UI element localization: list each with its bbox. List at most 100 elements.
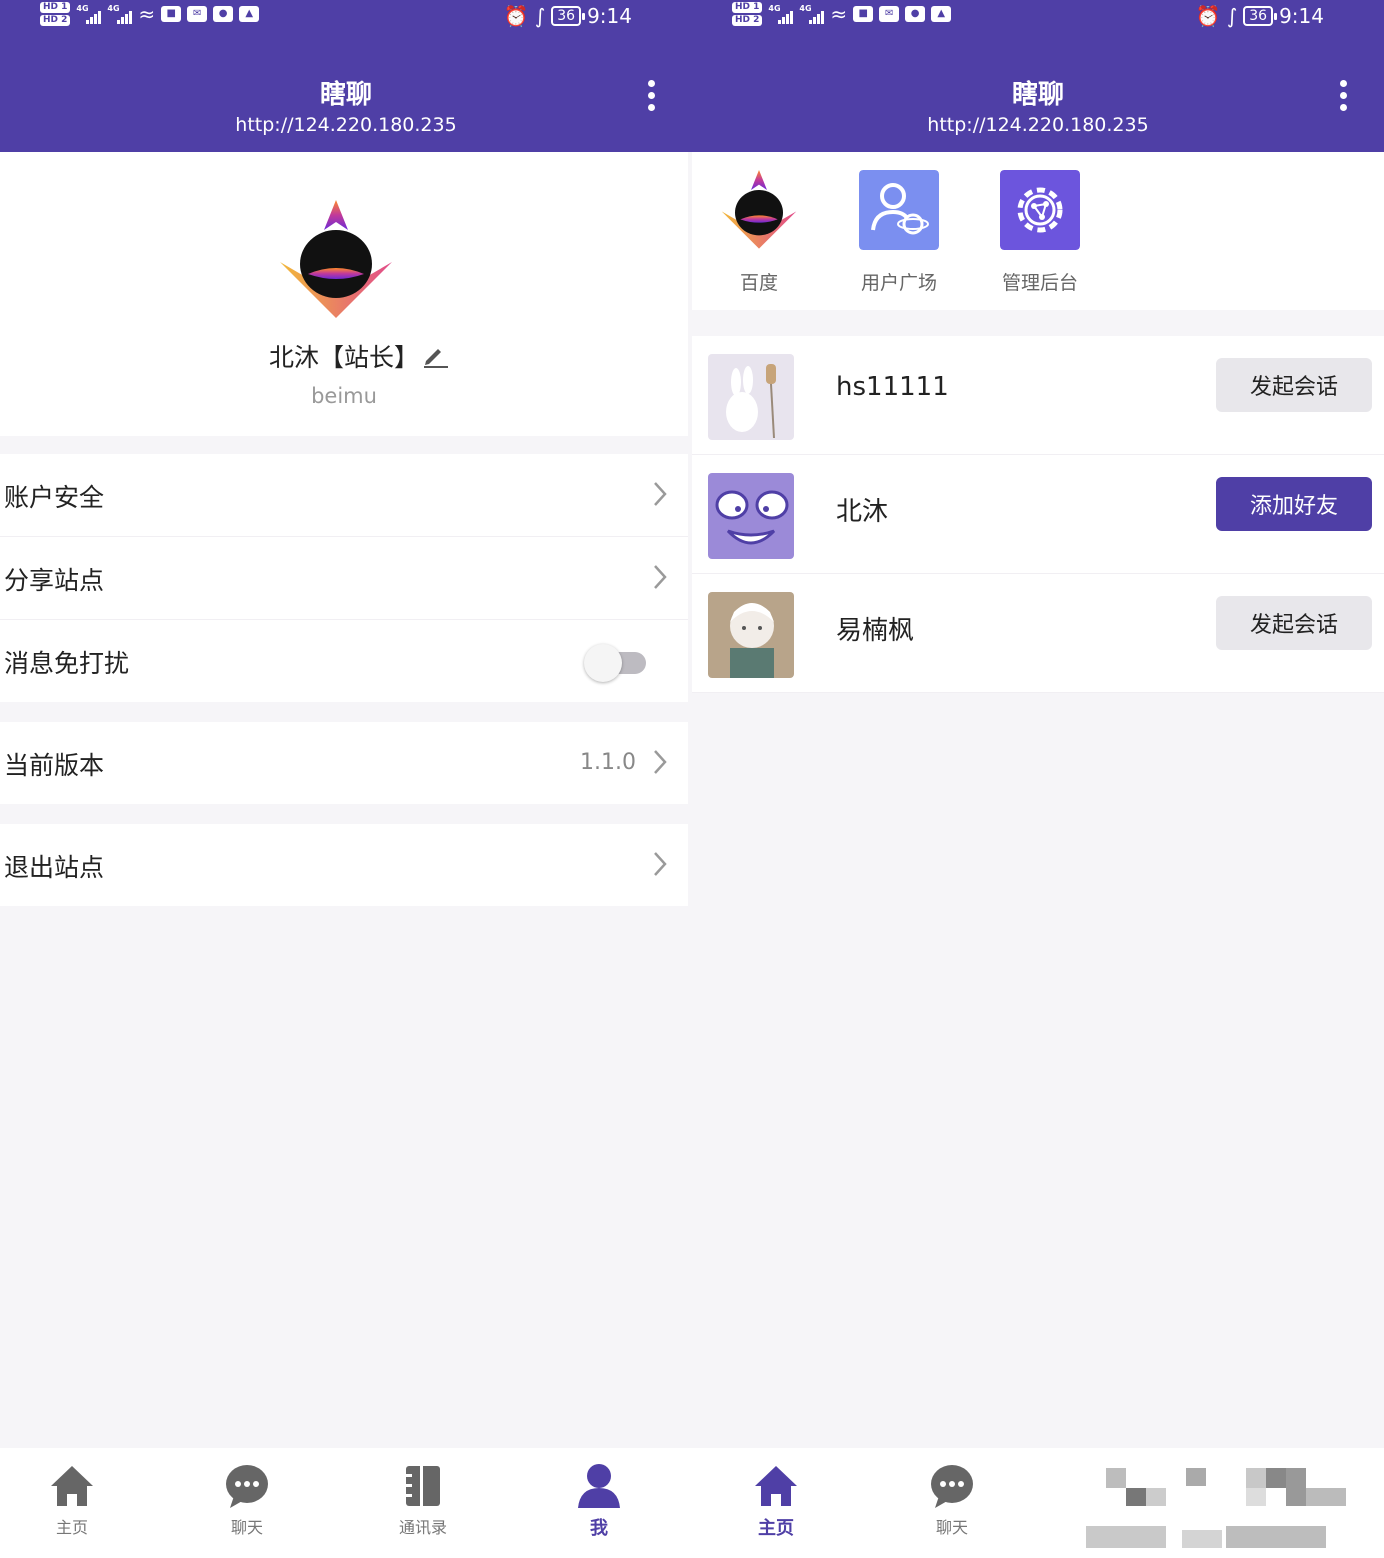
menu-item-current-version[interactable]: 当前版本 1.1.0 <box>0 722 688 804</box>
status-left-icons: HD 1 HD 2 4G 4G ≈ ■ ✉ ● ▲ <box>732 2 952 26</box>
avatar <box>708 592 794 678</box>
quick-link-label: 管理后台 <box>1001 272 1078 294</box>
phone-profile-screen: HD 1 HD 2 4G 4G ≈ ■ ✉ ● ▲ ⏰ ∫ 36 9:14 瞎聊 … <box>0 0 692 1558</box>
list-item[interactable]: hs11111 发起会话 <box>692 336 1384 455</box>
address-book-icon <box>406 1466 440 1506</box>
app-bar: 瞎聊 http://124.220.180.235 <box>692 40 1384 152</box>
chevron-right-icon <box>654 482 667 506</box>
signal-icon: 4G <box>799 4 825 24</box>
menu-item-label: 退出站点 <box>4 853 105 882</box>
alarm-icon: ⏰ <box>503 4 529 28</box>
bottom-navigation: 主页 聊天 <box>692 1448 1384 1558</box>
menu-item-account-security[interactable]: 账户安全 <box>0 454 688 537</box>
notification-icon: ■ <box>161 6 182 22</box>
list-item[interactable]: 北沐 添加好友 <box>692 455 1384 574</box>
nav-chat[interactable]: 聊天 <box>197 1462 297 1538</box>
status-bar: HD 1 HD 2 4G 4G ≈ ■ ✉ ● ▲ ⏰ ∫ 36 9:14 <box>0 0 692 40</box>
hd-icon: HD 1 HD 2 <box>732 2 763 26</box>
nav-label: 主页 <box>55 1518 88 1537</box>
start-chat-button[interactable]: 发起会话 <box>1216 596 1372 650</box>
menu-item-share-site[interactable]: 分享站点 <box>0 537 688 620</box>
user-icon <box>578 1464 620 1508</box>
site-logo-icon <box>721 170 797 249</box>
bluetooth-icon: ∫ <box>534 4 546 28</box>
wechat-icon: ● <box>905 6 926 22</box>
more-menu-icon[interactable] <box>1340 80 1348 116</box>
pixelated-area <box>1086 1460 1366 1552</box>
nav-me[interactable]: 我 <box>549 1462 649 1540</box>
app-bar: 瞎聊 http://124.220.180.235 <box>0 40 692 152</box>
start-chat-button[interactable]: 发起会话 <box>1216 358 1372 412</box>
signal-icon: 4G <box>768 4 794 24</box>
edit-pencil-icon[interactable] <box>422 342 448 368</box>
avatar <box>708 473 794 559</box>
menu-item-label: 账户安全 <box>4 483 105 512</box>
quick-link-admin[interactable]: 管理后台 <box>985 170 1095 295</box>
settings-group-3: 退出站点 <box>0 824 688 906</box>
mail-icon: ✉ <box>879 6 900 22</box>
profile-display-name: 北沐【站长】 <box>268 343 419 372</box>
nav-chat[interactable]: 聊天 <box>902 1462 1002 1538</box>
server-url: http://124.220.180.235 <box>235 114 457 136</box>
nav-home[interactable]: 主页 <box>22 1462 122 1538</box>
profile-username: beimu <box>311 384 377 408</box>
status-left-icons: HD 1 HD 2 4G 4G ≈ ■ ✉ ● ▲ <box>40 2 260 26</box>
settings-group-2: 当前版本 1.1.0 <box>0 722 688 804</box>
menu-item-do-not-disturb: 消息免打扰 <box>0 620 688 702</box>
status-right-icons: ⏰ ∫ 36 9:14 <box>1196 4 1324 28</box>
chat-bubble-icon <box>931 1465 973 1508</box>
nav-label: 通讯录 <box>398 1518 447 1537</box>
menu-item-logout-site[interactable]: 退出站点 <box>0 824 688 906</box>
hd-icon: HD 1 HD 2 <box>40 2 71 26</box>
bluetooth-icon: ∫ <box>1226 4 1238 28</box>
qq-icon: ▲ <box>931 6 952 22</box>
settings-group-1: 账户安全 分享站点 消息免打扰 <box>0 454 688 702</box>
do-not-disturb-toggle[interactable] <box>584 644 646 682</box>
nav-home[interactable]: 主页 <box>726 1462 826 1540</box>
nav-label: 主页 <box>758 1518 794 1539</box>
quick-links: 百度 用户广场 管理后台 <box>692 152 1384 310</box>
wechat-icon: ● <box>213 6 234 22</box>
clock-time: 9:14 <box>587 4 632 28</box>
clock-time: 9:14 <box>1279 4 1324 28</box>
avatar[interactable] <box>278 200 394 320</box>
bottom-navigation: 主页 聊天 通讯录 我 <box>0 1448 692 1558</box>
nav-contacts[interactable]: 通讯录 <box>373 1462 473 1538</box>
home-icon <box>51 1466 93 1506</box>
mail-icon: ✉ <box>187 6 208 22</box>
app-title: 瞎聊 <box>1011 80 1064 110</box>
phone-home-screen: HD 1 HD 2 4G 4G ≈ ■ ✉ ● ▲ ⏰ ∫ 36 9:14 瞎聊 … <box>692 0 1384 1558</box>
quick-link-baidu[interactable]: 百度 <box>704 170 814 295</box>
add-friend-button[interactable]: 添加好友 <box>1216 477 1372 531</box>
battery-icon: 36 <box>1243 6 1277 26</box>
status-right-icons: ⏰ ∫ 36 9:14 <box>504 4 632 28</box>
list-item[interactable]: 易楠枫 发起会话 <box>692 574 1384 693</box>
contact-name: 易楠枫 <box>836 616 915 646</box>
quick-link-label: 用户广场 <box>860 272 937 294</box>
app-title: 瞎聊 <box>319 80 372 110</box>
signal-icon: 4G <box>107 4 133 24</box>
chevron-right-icon <box>654 852 667 876</box>
wifi-icon: ≈ <box>138 2 156 26</box>
nav-label: 聊天 <box>230 1518 263 1537</box>
chevron-right-icon <box>654 565 667 589</box>
more-menu-icon[interactable] <box>648 80 656 116</box>
wifi-icon: ≈ <box>830 2 848 26</box>
avatar <box>708 354 794 440</box>
profile-card: 北沐【站长】 beimu <box>0 152 688 436</box>
chat-bubble-icon <box>226 1465 268 1508</box>
notification-icon: ■ <box>853 6 874 22</box>
nav-label: 聊天 <box>935 1518 968 1537</box>
contact-list: hs11111 发起会话 北沐 添加好友 易楠枫 发起会话 <box>692 336 1384 693</box>
signal-icon: 4G <box>76 4 102 24</box>
menu-item-label: 消息免打扰 <box>4 649 130 678</box>
qq-icon: ▲ <box>239 6 260 22</box>
menu-item-label: 当前版本 <box>4 751 105 780</box>
quick-link-user-plaza[interactable]: 用户广场 <box>844 170 954 295</box>
server-url: http://124.220.180.235 <box>927 114 1149 136</box>
chevron-right-icon <box>654 750 667 774</box>
status-bar: HD 1 HD 2 4G 4G ≈ ■ ✉ ● ▲ ⏰ ∫ 36 9:14 <box>692 0 1384 40</box>
admin-gear-icon <box>1000 170 1080 250</box>
nav-label: 我 <box>590 1518 608 1539</box>
menu-item-label: 分享站点 <box>4 566 105 595</box>
